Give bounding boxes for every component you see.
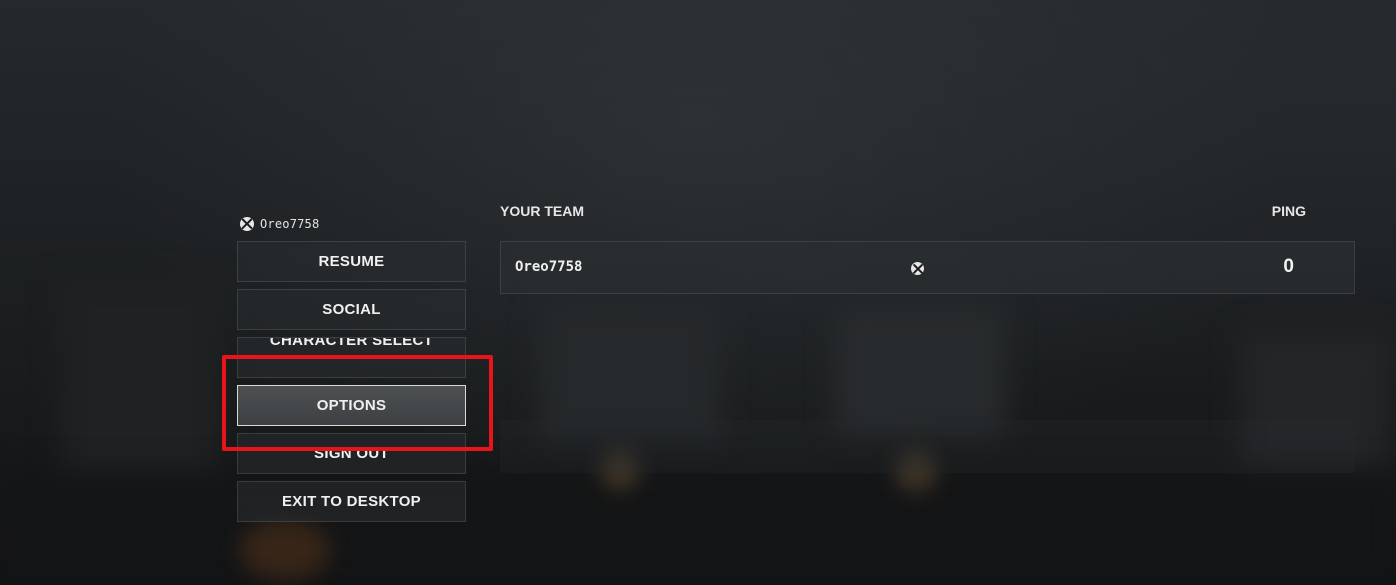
red-highlight-annotation	[222, 355, 493, 451]
gamertag-label: Oreo7758	[260, 217, 320, 231]
exit-to-desktop-label: EXIT TO DESKTOP	[282, 493, 421, 510]
player-name: Oreo7758	[515, 259, 583, 275]
exit-to-desktop-button[interactable]: EXIT TO DESKTOP	[237, 481, 466, 522]
user-header: Oreo7758	[240, 216, 319, 232]
social-label: SOCIAL	[322, 301, 381, 318]
player-row[interactable]: Oreo7758 0	[500, 241, 1355, 294]
resume-label: RESUME	[318, 253, 385, 270]
xbox-icon	[240, 217, 254, 231]
xbox-icon	[911, 262, 924, 275]
team-header: YOUR TEAM PING	[500, 203, 1306, 221]
social-button[interactable]: SOCIAL	[237, 289, 466, 330]
ping-column-header: PING	[1271, 203, 1306, 219]
your-team-title: YOUR TEAM	[500, 203, 584, 219]
resume-button[interactable]: RESUME	[237, 241, 466, 282]
empty-team-slot	[500, 420, 1355, 473]
character-select-label: CHARACTER SELECT	[269, 337, 434, 349]
ping-value: 0	[1283, 256, 1294, 277]
